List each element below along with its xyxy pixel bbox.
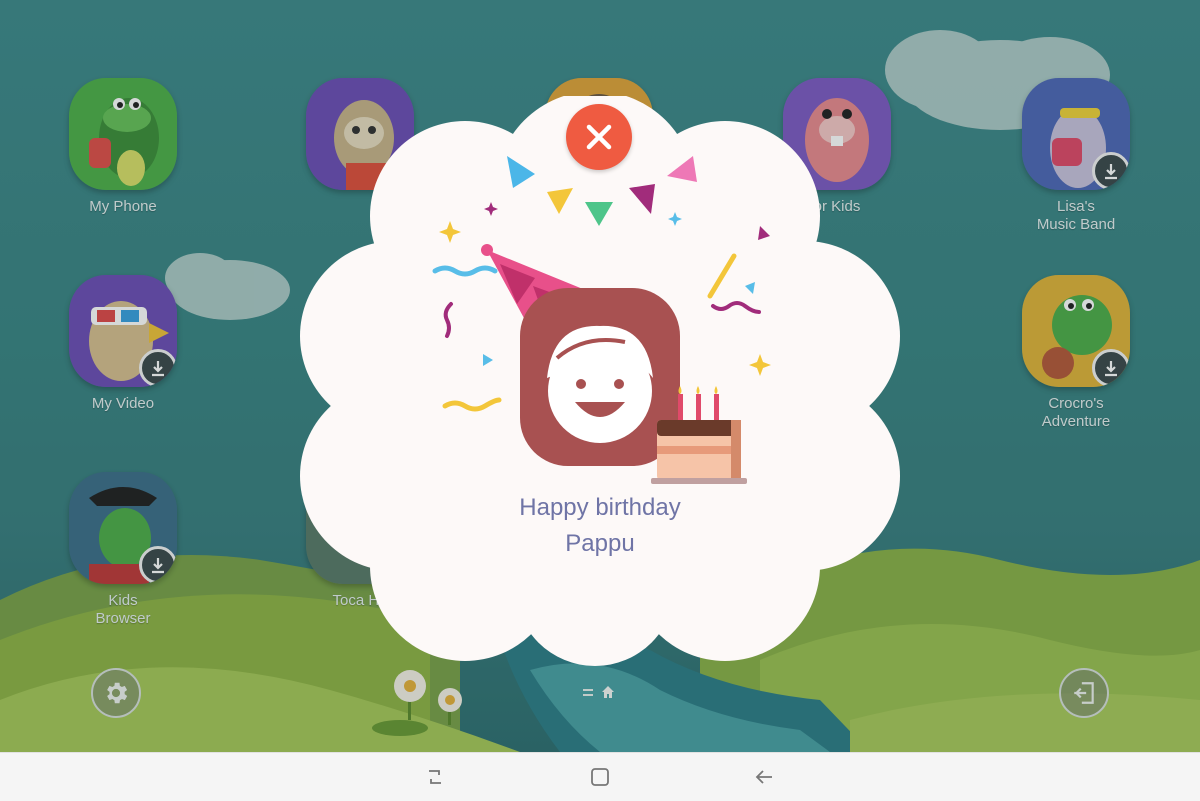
home-icon: [591, 768, 609, 786]
birthday-name: Pappu: [565, 530, 635, 557]
back-button[interactable]: [752, 765, 776, 789]
birthday-greeting: Happy birthday: [519, 494, 681, 521]
birthday-message: Happy birthday Pappu: [450, 490, 750, 562]
birthday-popup: [300, 96, 900, 666]
close-popup-button[interactable]: [566, 104, 632, 170]
recent-apps-button[interactable]: [423, 765, 447, 789]
recent-apps-icon: [429, 770, 441, 784]
kids-home-screen: My Phone or Kids Lisa's Music Band My Vi…: [0, 0, 1200, 752]
home-button[interactable]: [588, 765, 612, 789]
close-icon: [586, 124, 612, 150]
back-arrow-icon: [755, 770, 772, 784]
system-navigation-bar: [0, 752, 1200, 801]
child-avatar-icon: [520, 288, 680, 466]
